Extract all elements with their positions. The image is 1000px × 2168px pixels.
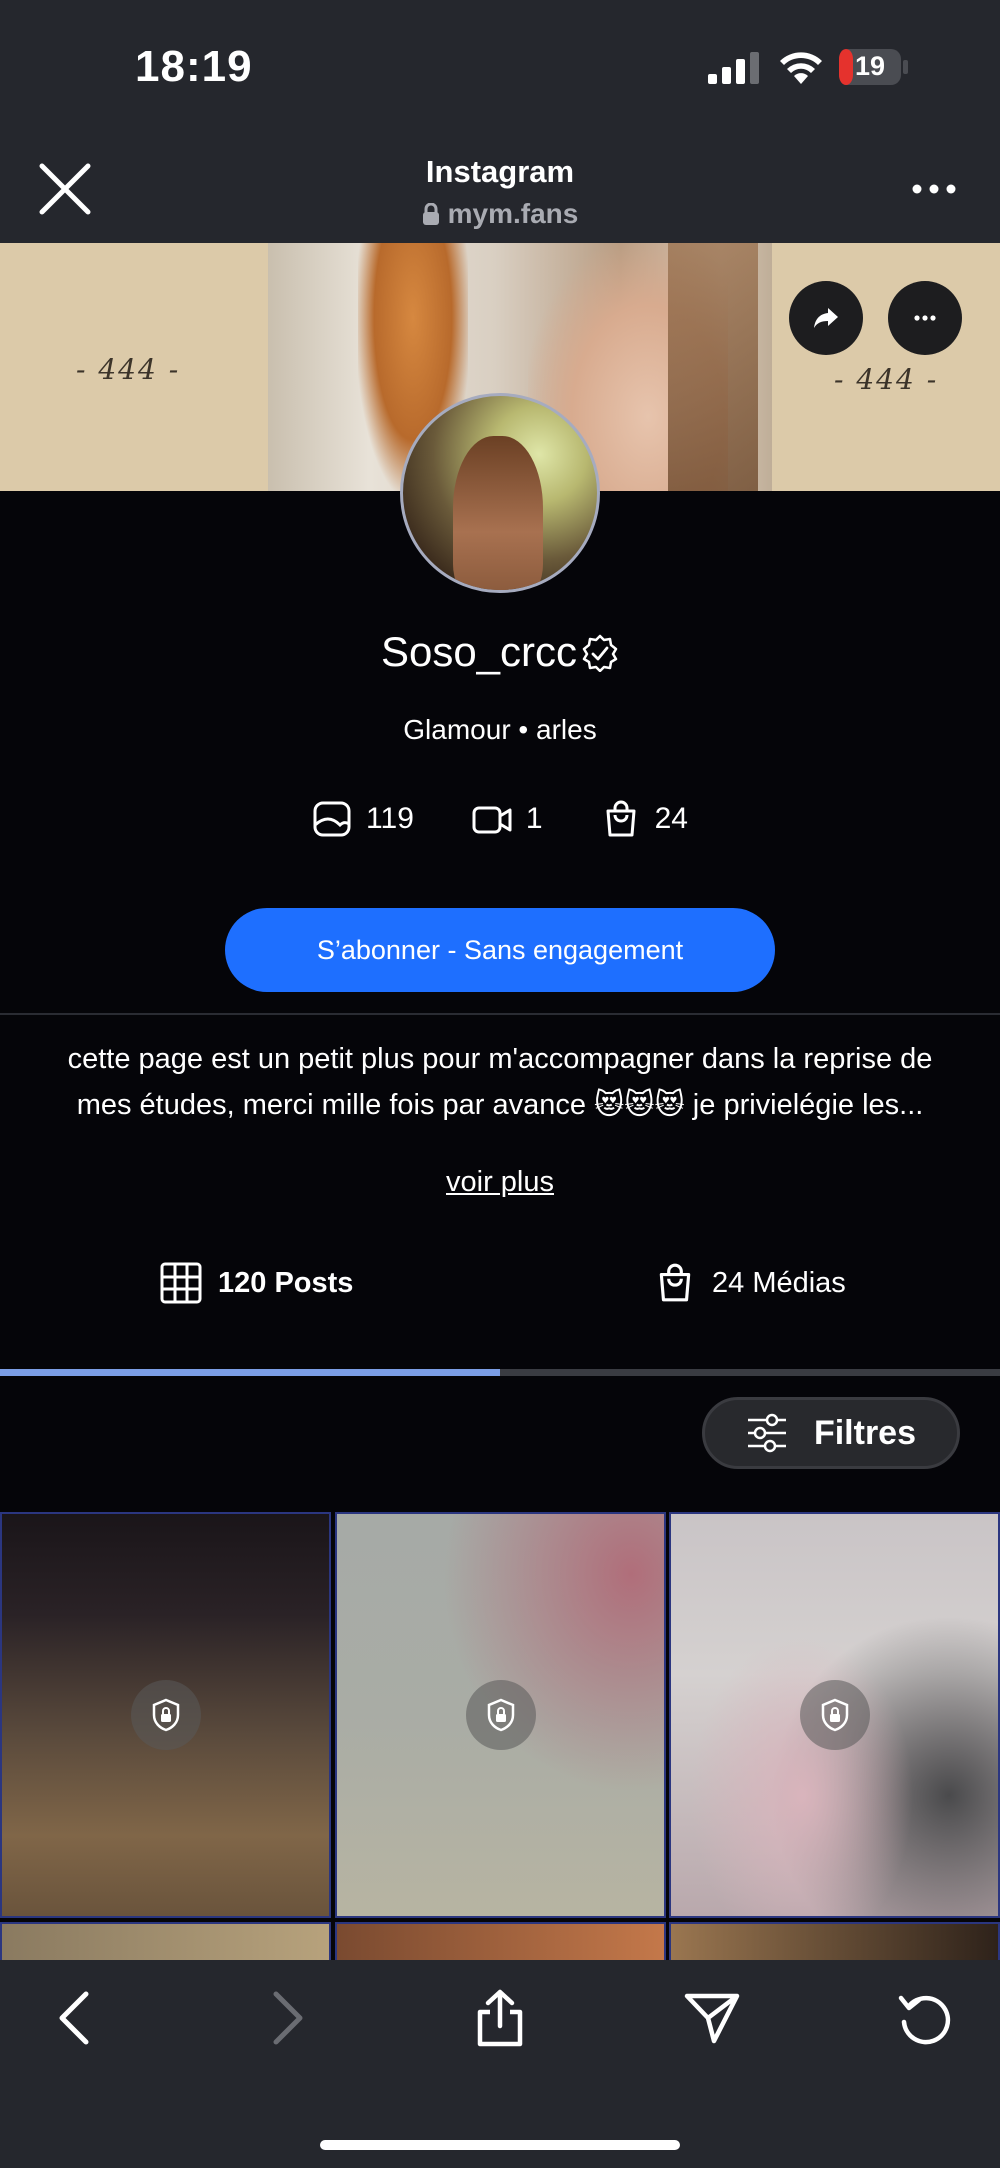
cover-right-panel: - 444 - [772, 243, 1000, 491]
locked-badge [130, 1680, 201, 1750]
media-tile[interactable] [669, 1512, 1000, 1918]
cellular-signal-icon [708, 52, 759, 84]
media-tile[interactable] [335, 1512, 666, 1918]
cover-hair [668, 243, 758, 491]
see-more-link[interactable]: voir plus [0, 1166, 1000, 1199]
grid-icon [160, 1262, 202, 1304]
media-tile[interactable] [335, 1922, 666, 1962]
sliders-icon [747, 1413, 786, 1453]
back-button[interactable] [44, 1988, 104, 2048]
browser-url[interactable]: mym.fans [0, 198, 1000, 230]
battery-level: 19 [854, 51, 886, 81]
profile-bio: cette page est un petit plus pour m'acco… [40, 1036, 960, 1128]
tab-posts[interactable]: 120 Posts [160, 1262, 353, 1304]
wifi-icon [780, 52, 822, 84]
chevron-left-icon [59, 1991, 89, 2045]
tab-media-label: 24 Médias [712, 1266, 846, 1299]
reload-button[interactable] [895, 1988, 955, 2048]
subscribe-button[interactable]: S’abonner - Sans engagement [225, 908, 775, 992]
url-text: mym.fans [447, 198, 579, 229]
media-tile[interactable] [669, 1922, 1000, 1962]
verified-badge-icon [582, 634, 618, 672]
stat-videos: 1 [472, 796, 543, 842]
chevron-right-icon [273, 1991, 303, 2045]
lock-shield-icon [152, 1698, 179, 1732]
cover-right-text: - 444 - [834, 363, 939, 396]
share-upload-icon [477, 1989, 523, 2047]
share-page-button[interactable] [470, 1988, 530, 2048]
avatar[interactable] [400, 393, 600, 593]
share-arrow-icon [814, 308, 838, 328]
shopping-bag-icon [659, 1263, 691, 1302]
profile-username: Soso_crcc [0, 628, 1000, 676]
cover-left-panel: - 444 - [0, 243, 268, 491]
video-camera-icon [472, 806, 512, 834]
stat-purchases-count: 24 [654, 802, 688, 835]
stat-videos-count: 1 [525, 802, 543, 835]
status-bar: 18:19 19 [0, 0, 1000, 140]
avatar-photo [453, 436, 543, 590]
stat-photos-count: 119 [366, 802, 414, 835]
divider [0, 1013, 1000, 1015]
home-indicator[interactable] [320, 2140, 680, 2150]
media-grid [0, 1512, 1000, 1962]
tab-media[interactable]: 24 Médias [654, 1262, 846, 1304]
stat-photos: 119 [312, 796, 414, 842]
battery-indicator: 19 [838, 48, 910, 86]
tab-posts-label: 120 Posts [218, 1266, 354, 1299]
cover-left-text: - 444 - [76, 353, 181, 386]
lock-shield-icon [487, 1698, 514, 1732]
ellipsis-icon[interactable] [912, 182, 956, 196]
tab-indicator [0, 1369, 500, 1376]
content-tabs: 120 Posts 24 Médias [0, 1262, 1000, 1332]
filters-label: Filtres [813, 1413, 917, 1452]
filters-button[interactable]: Filtres [702, 1397, 960, 1469]
profile-more-button[interactable] [888, 281, 962, 355]
locked-badge [799, 1680, 870, 1750]
lock-icon [422, 203, 439, 225]
browser-title: Instagram [425, 154, 575, 189]
profile-stats: 119 1 24 [0, 796, 1000, 842]
profile-subtitle: Glamour • arles [403, 714, 597, 745]
status-time: 18:19 [135, 42, 253, 91]
browser-header: Instagram mym.fans [0, 140, 1000, 243]
share-button[interactable] [789, 281, 863, 355]
send-icon [684, 1993, 740, 2044]
username-text: Soso_crcc [380, 628, 578, 675]
browser-toolbar [0, 1960, 1000, 2168]
media-tile[interactable] [0, 1512, 331, 1918]
stat-purchases: 24 [601, 796, 688, 842]
reload-icon [898, 1995, 951, 2045]
bio-line-1: cette page est un petit plus pour m'acco… [67, 1043, 933, 1075]
photo-icon [313, 801, 351, 837]
lock-shield-icon [821, 1698, 848, 1732]
send-button[interactable] [682, 1988, 742, 2048]
locked-badge [465, 1680, 536, 1750]
forward-button[interactable] [258, 1988, 318, 2048]
shopping-bag-icon [606, 800, 636, 837]
ellipsis-icon [914, 315, 936, 321]
bio-line-2: mes études, merci mille fois par avance … [76, 1089, 924, 1121]
media-tile[interactable] [0, 1922, 331, 1962]
